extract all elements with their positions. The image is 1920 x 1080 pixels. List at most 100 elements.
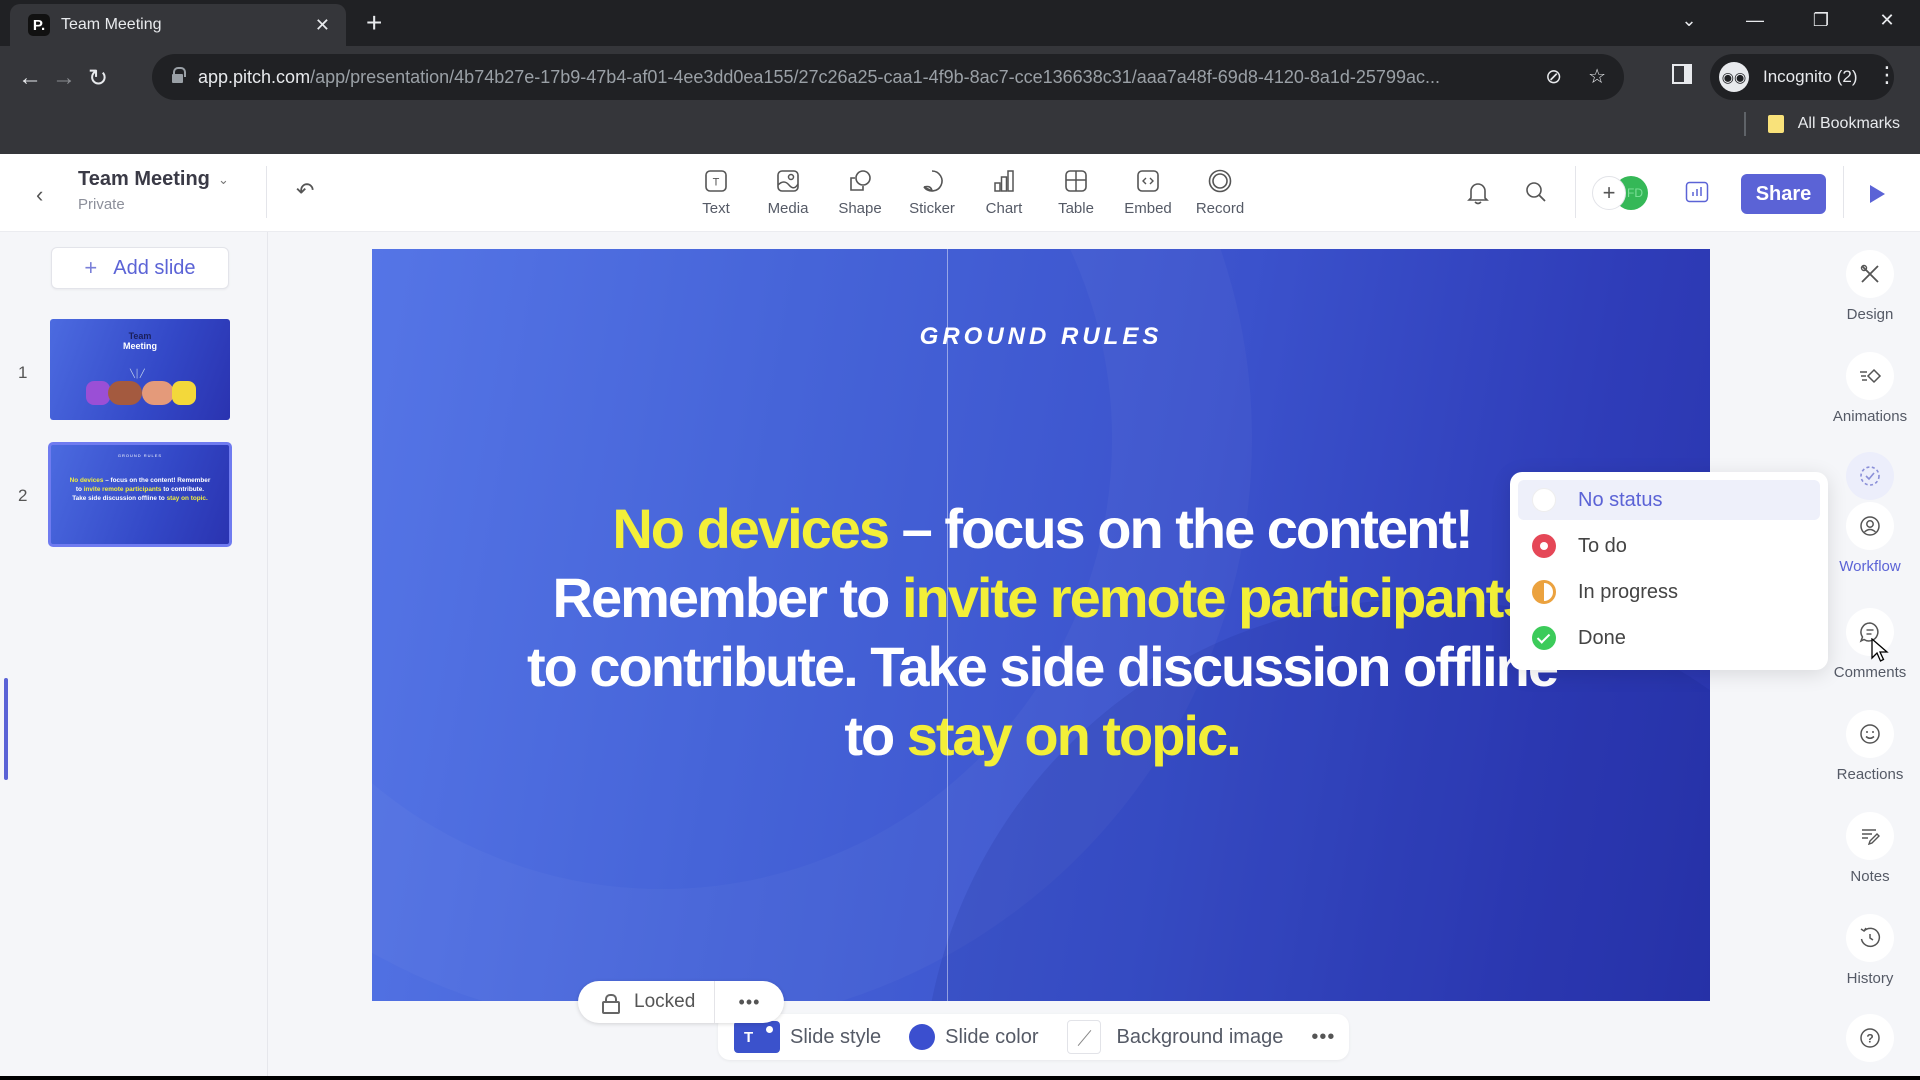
in-progress-status-icon (1532, 580, 1556, 604)
locked-button[interactable]: Locked (578, 981, 715, 1023)
restore-button[interactable]: ❐ (1788, 10, 1854, 31)
browser-tabstrip: P. Team Meeting ✕ + ⌄ — ❐ ✕ (0, 0, 1920, 46)
no-image-icon (1066, 1020, 1101, 1054)
bookmark-star-icon[interactable]: ☆ (1588, 64, 1606, 89)
thumb-body: No devices – focus on the content! Remem… (69, 477, 211, 502)
rail-reactions[interactable]: Reactions (1820, 710, 1920, 783)
yellow-sleeve (172, 381, 196, 405)
tool-record[interactable]: Record (1184, 168, 1256, 217)
header-divider (1843, 166, 1844, 218)
invite-collaborator-button[interactable]: + (1592, 176, 1626, 210)
slide-thumbnail-2[interactable]: GROUND RULES No devices – focus on the c… (48, 442, 232, 547)
browser-toolbar: ← → ↻ app.pitch.com/app/presentation/4b7… (0, 46, 1920, 154)
user-circle-icon (1860, 516, 1880, 536)
rail-animations[interactable]: Animations (1820, 352, 1920, 425)
fist-right-icon (142, 381, 174, 405)
screen-bottom-edge (0, 1076, 1920, 1080)
tool-embed[interactable]: Embed (1112, 168, 1184, 217)
status-option-todo[interactable]: To do (1518, 526, 1820, 566)
more-options-button[interactable]: ••• (715, 992, 784, 1013)
close-window-button[interactable]: ✕ (1854, 10, 1920, 31)
share-button[interactable]: Share (1741, 174, 1826, 214)
background-image-button[interactable]: Background image (1066, 1020, 1284, 1054)
background-image-label: Background image (1116, 1025, 1284, 1048)
analytics-icon[interactable] (1685, 181, 1709, 203)
rail-comments[interactable]: Comments (1820, 608, 1920, 681)
slide-color-button[interactable]: Slide color (909, 1024, 1039, 1050)
tool-media[interactable]: Media (752, 168, 824, 217)
more-options-button[interactable]: ••• (1311, 1026, 1335, 1049)
bookmarks-divider (1743, 112, 1746, 136)
tool-shape[interactable]: Shape (824, 168, 896, 217)
slide-thumbnail-1[interactable]: Team Meeting ╲│╱ (50, 319, 230, 420)
minimize-button[interactable]: — (1722, 10, 1788, 31)
notification-bell-icon[interactable] (1466, 180, 1490, 206)
slide-options-bar: T Slide style Slide color Background ima… (718, 1014, 1350, 1060)
workflow-status-button[interactable] (1846, 452, 1894, 500)
tool-table[interactable]: Table (1040, 168, 1112, 217)
media-icon (777, 170, 799, 192)
back-chevron-icon[interactable]: ‹ (36, 182, 43, 208)
slides-panel: + Add slide 1 Team Meeting ╲│╱ 2 GROUND R… (0, 232, 268, 1080)
status-option-done[interactable]: Done (1518, 618, 1820, 658)
header-divider (266, 166, 267, 218)
chevron-down-icon[interactable]: ⌄ (218, 172, 229, 188)
header-divider (1575, 166, 1576, 218)
tab-close-icon[interactable]: ✕ (315, 15, 330, 36)
thumb-title: Team Meeting (122, 331, 157, 351)
slide-color-label: Slide color (945, 1025, 1039, 1048)
locked-label: Locked (634, 991, 696, 1012)
url-text[interactable]: app.pitch.com/app/presentation/4b74b27e-… (198, 67, 1578, 88)
tool-chart[interactable]: Chart (968, 168, 1040, 217)
table-icon (1065, 170, 1087, 192)
shape-icon (850, 170, 871, 191)
tab-search-icon[interactable]: ⌄ (1656, 10, 1722, 31)
reload-icon[interactable]: ↻ (88, 64, 108, 93)
tab-title: Team Meeting (61, 16, 162, 33)
slide-body-text[interactable]: No devices – focus on the content! Remem… (522, 494, 1562, 770)
bookmark-folder-icon (1767, 115, 1784, 133)
tool-sticker[interactable]: Sticker (896, 168, 968, 217)
app-header: ‹ Team Meeting ⌄ Private ↶ T Text Media … (0, 154, 1920, 232)
plus-icon: + (84, 255, 98, 280)
present-play-icon[interactable] (1870, 185, 1885, 203)
no-status-icon (1532, 488, 1556, 512)
purple-sleeve (86, 381, 110, 405)
browser-tab[interactable]: P. Team Meeting ✕ (10, 4, 346, 46)
back-icon[interactable]: ← (18, 64, 42, 92)
rail-design[interactable]: Design (1820, 250, 1920, 323)
status-option-in-progress[interactable]: In progress (1518, 572, 1820, 612)
rail-help[interactable]: ? (1820, 1014, 1920, 1062)
side-panel-icon[interactable] (1672, 64, 1692, 84)
search-icon[interactable] (1524, 180, 1548, 204)
rail-workflow[interactable]: Workflow (1820, 452, 1920, 575)
add-slide-button[interactable]: + Add slide (51, 247, 229, 289)
new-tab-button[interactable]: + (366, 8, 382, 38)
incognito-profile-button[interactable]: ◉◉ Incognito (2) (1710, 54, 1894, 100)
slide-heading[interactable]: GROUND RULES (372, 323, 1710, 351)
svg-text:T: T (713, 177, 720, 189)
browser-menu-icon[interactable]: ⋮ (1876, 62, 1898, 88)
notes-icon (1862, 829, 1880, 846)
sticker-icon (923, 170, 943, 192)
slide-style-button[interactable]: T Slide style (734, 1021, 881, 1053)
bookmarks-bar: All Bookmarks (1743, 112, 1900, 136)
insert-toolbar: T Text Media Shape Sticker Chart Table E… (680, 168, 1256, 217)
slide-number: 1 (18, 363, 28, 382)
address-bar[interactable]: app.pitch.com/app/presentation/4b74b27e-… (152, 54, 1624, 100)
undo-icon[interactable]: ↶ (296, 178, 314, 204)
assignee-button[interactable] (1846, 502, 1894, 550)
all-bookmarks-link[interactable]: All Bookmarks (1798, 115, 1900, 133)
incognito-icon: ◉◉ (1719, 62, 1749, 92)
padlock-icon (602, 994, 620, 1014)
forward-icon[interactable]: → (52, 64, 76, 92)
eye-off-icon[interactable]: ⊘ (1545, 64, 1562, 89)
rail-notes[interactable]: Notes (1820, 812, 1920, 885)
status-option-no-status[interactable]: No status (1518, 480, 1820, 520)
todo-status-icon (1532, 534, 1556, 558)
tool-text[interactable]: T Text (680, 168, 752, 217)
center-guide-line (947, 249, 948, 1001)
document-title[interactable]: Team Meeting (78, 168, 210, 191)
reactions-icon (1860, 724, 1880, 744)
rail-history[interactable]: History (1820, 914, 1920, 987)
